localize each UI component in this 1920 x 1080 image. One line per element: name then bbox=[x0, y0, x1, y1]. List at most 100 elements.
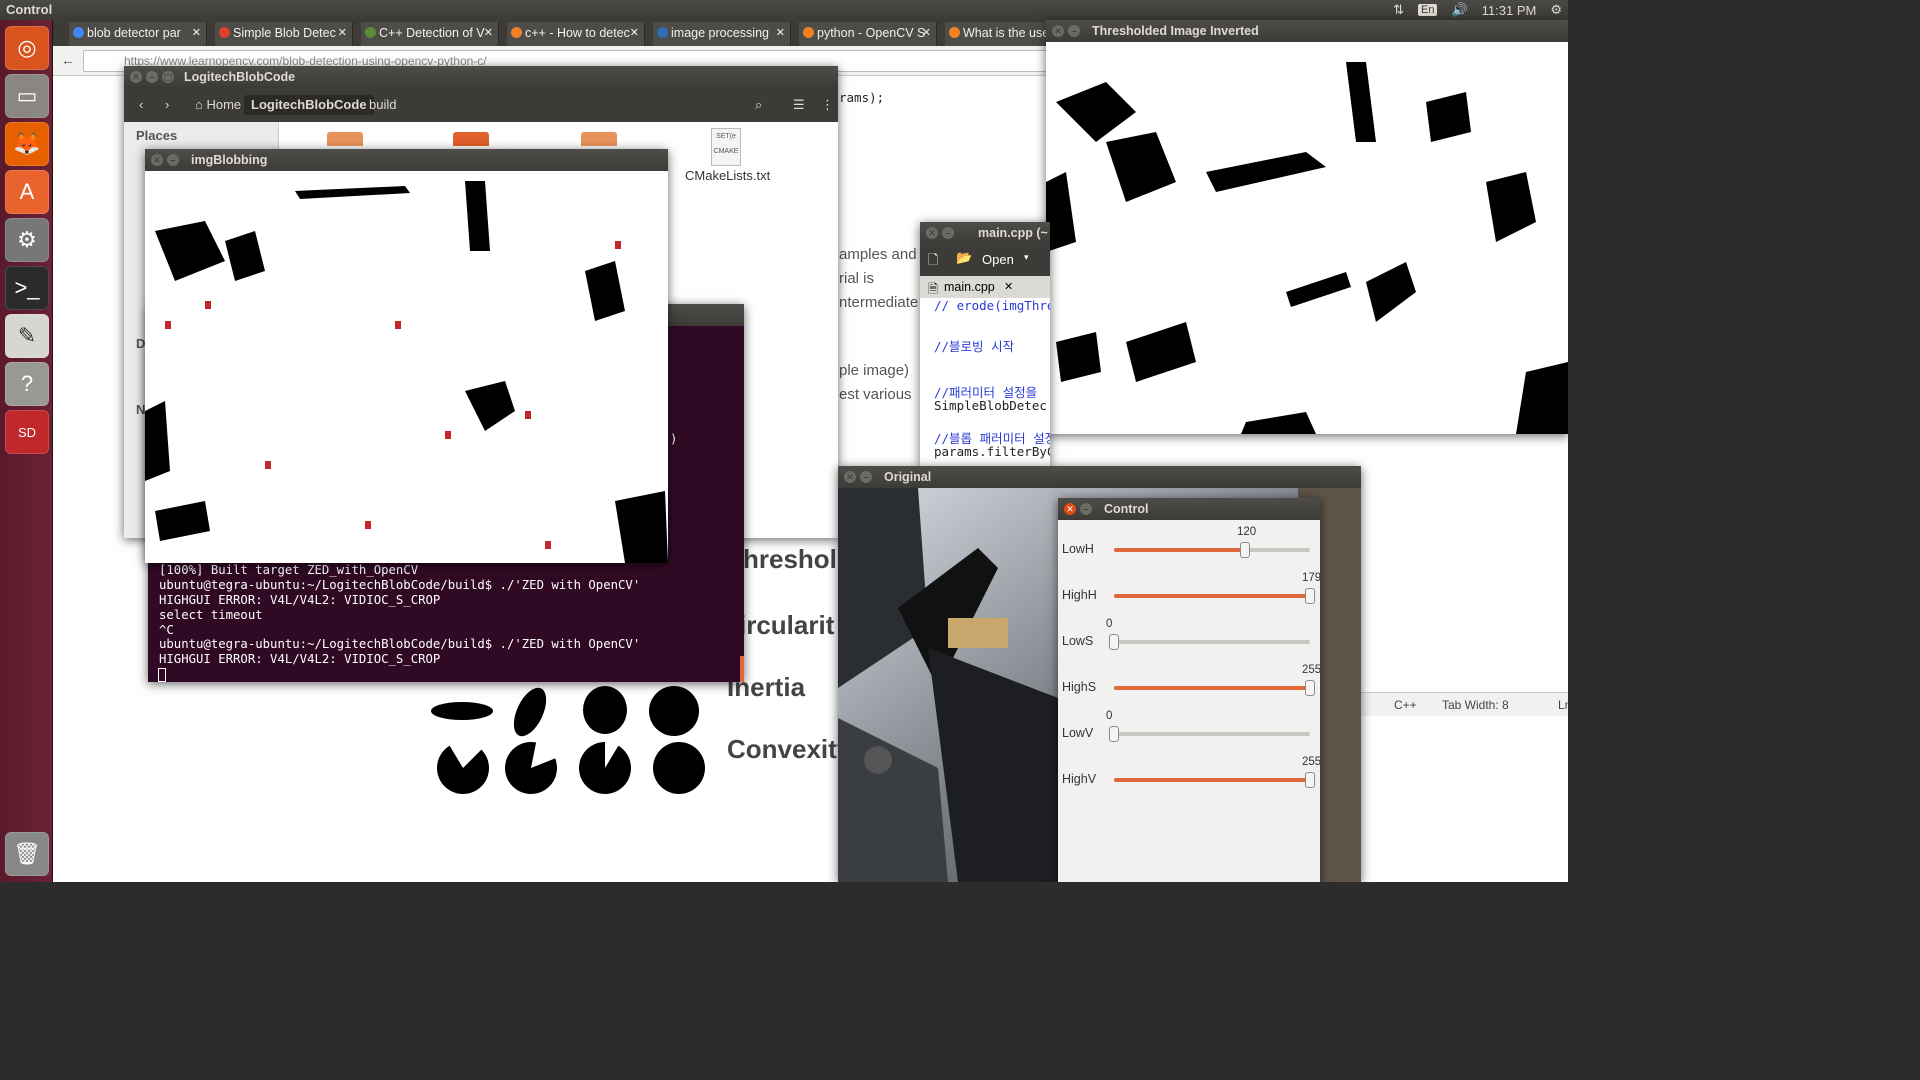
browser-tab[interactable]: c++ - How to detec ✕ bbox=[507, 22, 645, 46]
code-line: SimpleBlobDetec bbox=[934, 398, 1047, 413]
slider-track[interactable] bbox=[1109, 634, 1310, 650]
path-home[interactable]: ⌂ Home bbox=[188, 95, 248, 115]
minimize-window-icon[interactable]: – bbox=[167, 154, 179, 166]
cmake-file-icon[interactable]: SET(e CMAKE bbox=[711, 128, 741, 166]
window-titlebar[interactable]: ✕ – main.cpp (~ bbox=[920, 222, 1050, 244]
system-settings-icon[interactable]: ⚙ bbox=[5, 218, 49, 262]
control-window[interactable]: ✕ – Control LowH 120 HighH 179 LowS 0 Hi… bbox=[1058, 498, 1320, 882]
slider-handle[interactable] bbox=[1305, 680, 1315, 696]
keyboard-language-indicator[interactable]: En bbox=[1418, 4, 1438, 16]
window-titlebar[interactable]: ✕ – Control bbox=[1058, 498, 1320, 520]
close-window-icon[interactable]: ✕ bbox=[1052, 25, 1064, 37]
maximize-window-icon[interactable]: ▢ bbox=[162, 71, 174, 83]
window-titlebar[interactable]: ✕ – Original bbox=[838, 466, 1361, 488]
browser-tab[interactable]: Simple Blob Detec ✕ bbox=[215, 22, 353, 46]
open-dropdown-icon[interactable]: ▾ bbox=[1024, 252, 1029, 263]
list-view-icon[interactable]: ☰ bbox=[786, 95, 812, 115]
browser-tab[interactable]: blob detector par ✕ bbox=[69, 22, 207, 46]
slider-lowv[interactable]: LowV 0 bbox=[1058, 706, 1320, 752]
folder-icon[interactable] bbox=[327, 132, 363, 146]
settings-gear-icon[interactable]: ⚙ bbox=[1550, 2, 1562, 18]
window-titlebar[interactable]: ✕ – ▢ LogitechBlobCode bbox=[124, 66, 838, 88]
slider-handle[interactable] bbox=[1305, 772, 1315, 788]
close-tab-icon[interactable]: ✕ bbox=[1004, 280, 1013, 293]
terminal-icon[interactable]: >_ bbox=[5, 266, 49, 310]
forward-icon[interactable]: › bbox=[158, 95, 176, 115]
editor-tab-main-cpp[interactable]: main.cpp bbox=[944, 280, 995, 294]
software-center-icon[interactable]: A bbox=[5, 170, 49, 214]
close-tab-icon[interactable]: ✕ bbox=[338, 26, 347, 39]
terminal-scrollbar[interactable] bbox=[740, 656, 744, 682]
folder-icon[interactable] bbox=[581, 132, 617, 146]
trackbar-panel: LowH 120 HighH 179 LowS 0 HighS 255 LowV bbox=[1058, 522, 1320, 802]
sidebar-heading: N bbox=[136, 402, 146, 417]
files-icon[interactable]: ▭ bbox=[5, 74, 49, 118]
help-icon[interactable]: ? bbox=[5, 362, 49, 406]
slider-lowh[interactable]: LowH 120 bbox=[1058, 522, 1320, 568]
slider-highh[interactable]: HighH 179 bbox=[1058, 568, 1320, 614]
volume-icon[interactable]: 🔊 bbox=[1451, 2, 1467, 18]
text-editor-window[interactable]: ✕ – main.cpp (~ 🗋 📂 Open ▾ 🗎 main.cpp ✕ … bbox=[920, 222, 1050, 466]
window-titlebar[interactable]: ✕ – Thresholded Image Inverted bbox=[1046, 20, 1568, 42]
sd-card-icon[interactable]: SD bbox=[5, 410, 49, 454]
minimize-window-icon[interactable]: – bbox=[146, 71, 158, 83]
browser-tab[interactable]: C++ Detection of V ✕ bbox=[361, 22, 499, 46]
browser-tab[interactable]: image processing ✕ bbox=[653, 22, 791, 46]
img-blobbing-window[interactable]: ✕ – imgBlobbing bbox=[145, 149, 668, 563]
slider-handle[interactable] bbox=[1240, 542, 1250, 558]
folder-icon[interactable] bbox=[453, 132, 489, 146]
slider-highs[interactable]: HighS 255 bbox=[1058, 660, 1320, 706]
slider-handle[interactable] bbox=[1109, 634, 1119, 650]
slider-handle[interactable] bbox=[1109, 726, 1119, 742]
close-tab-icon[interactable]: ✕ bbox=[192, 26, 201, 39]
inertia-blob bbox=[431, 702, 493, 720]
close-tab-icon[interactable]: ✕ bbox=[776, 26, 785, 39]
slider-track[interactable] bbox=[1114, 680, 1315, 696]
slider-track[interactable] bbox=[1109, 726, 1310, 742]
ubuntu-dash-icon[interactable]: ◎ bbox=[5, 26, 49, 70]
clock[interactable]: 11:31 PM bbox=[1482, 3, 1537, 18]
path-logitech-blob-code[interactable]: LogitechBlobCode bbox=[244, 95, 374, 115]
browser-tab[interactable]: What is the use bbox=[945, 22, 1055, 46]
page-favicon-icon bbox=[657, 27, 668, 38]
path-build[interactable]: build bbox=[362, 95, 403, 115]
close-window-icon[interactable]: ✕ bbox=[151, 154, 163, 166]
firefox-icon[interactable]: 🦊 bbox=[5, 122, 49, 166]
back-icon[interactable]: ‹ bbox=[132, 95, 150, 115]
slider-track[interactable] bbox=[1114, 588, 1315, 604]
open-button[interactable]: Open bbox=[982, 252, 1014, 267]
slider-track[interactable] bbox=[1114, 542, 1310, 558]
language-selector[interactable]: C++ bbox=[1394, 698, 1417, 712]
article-text: amples and bbox=[839, 246, 917, 263]
grid-view-icon[interactable]: ⋮⋮ bbox=[814, 95, 838, 115]
close-tab-icon[interactable]: ✕ bbox=[922, 26, 931, 39]
close-window-icon[interactable]: ✕ bbox=[926, 227, 938, 239]
slider-highv[interactable]: HighV 255 bbox=[1058, 752, 1320, 798]
minimize-window-icon[interactable]: – bbox=[942, 227, 954, 239]
tab-width-selector[interactable]: Tab Width: 8 bbox=[1442, 698, 1509, 712]
browser-tab[interactable]: python - OpenCV S ✕ bbox=[799, 22, 937, 46]
search-icon[interactable]: ⌕ bbox=[748, 95, 769, 115]
close-window-icon[interactable]: ✕ bbox=[130, 71, 142, 83]
file-label-cmakelists[interactable]: CMakeLists.txt bbox=[685, 168, 770, 183]
window-titlebar[interactable]: ✕ – imgBlobbing bbox=[145, 149, 668, 171]
text-editor-icon[interactable]: ✎ bbox=[5, 314, 49, 358]
minimize-window-icon[interactable]: – bbox=[1080, 503, 1092, 515]
sidebar-heading: D bbox=[136, 336, 146, 351]
back-arrow-icon[interactable]: ← bbox=[61, 52, 75, 68]
minimize-window-icon[interactable]: – bbox=[860, 471, 872, 483]
close-window-icon[interactable]: ✕ bbox=[844, 471, 856, 483]
cursor-position: Ln bbox=[1558, 698, 1568, 712]
network-icon[interactable]: ⇅ bbox=[1393, 2, 1404, 18]
slider-lows[interactable]: LowS 0 bbox=[1058, 614, 1320, 660]
trash-icon[interactable]: 🗑 bbox=[5, 832, 49, 876]
close-tab-icon[interactable]: ✕ bbox=[484, 26, 493, 39]
new-document-icon[interactable]: 🗋 bbox=[928, 251, 938, 273]
thresholded-image-window[interactable]: ✕ – Thresholded Image Inverted bbox=[1046, 20, 1568, 434]
close-tab-icon[interactable]: ✕ bbox=[630, 26, 639, 39]
slider-handle[interactable] bbox=[1305, 588, 1315, 604]
minimize-window-icon[interactable]: – bbox=[1068, 25, 1080, 37]
close-window-icon[interactable]: ✕ bbox=[1064, 503, 1076, 515]
slider-track[interactable] bbox=[1114, 772, 1315, 788]
terminal-cursor bbox=[158, 668, 166, 682]
